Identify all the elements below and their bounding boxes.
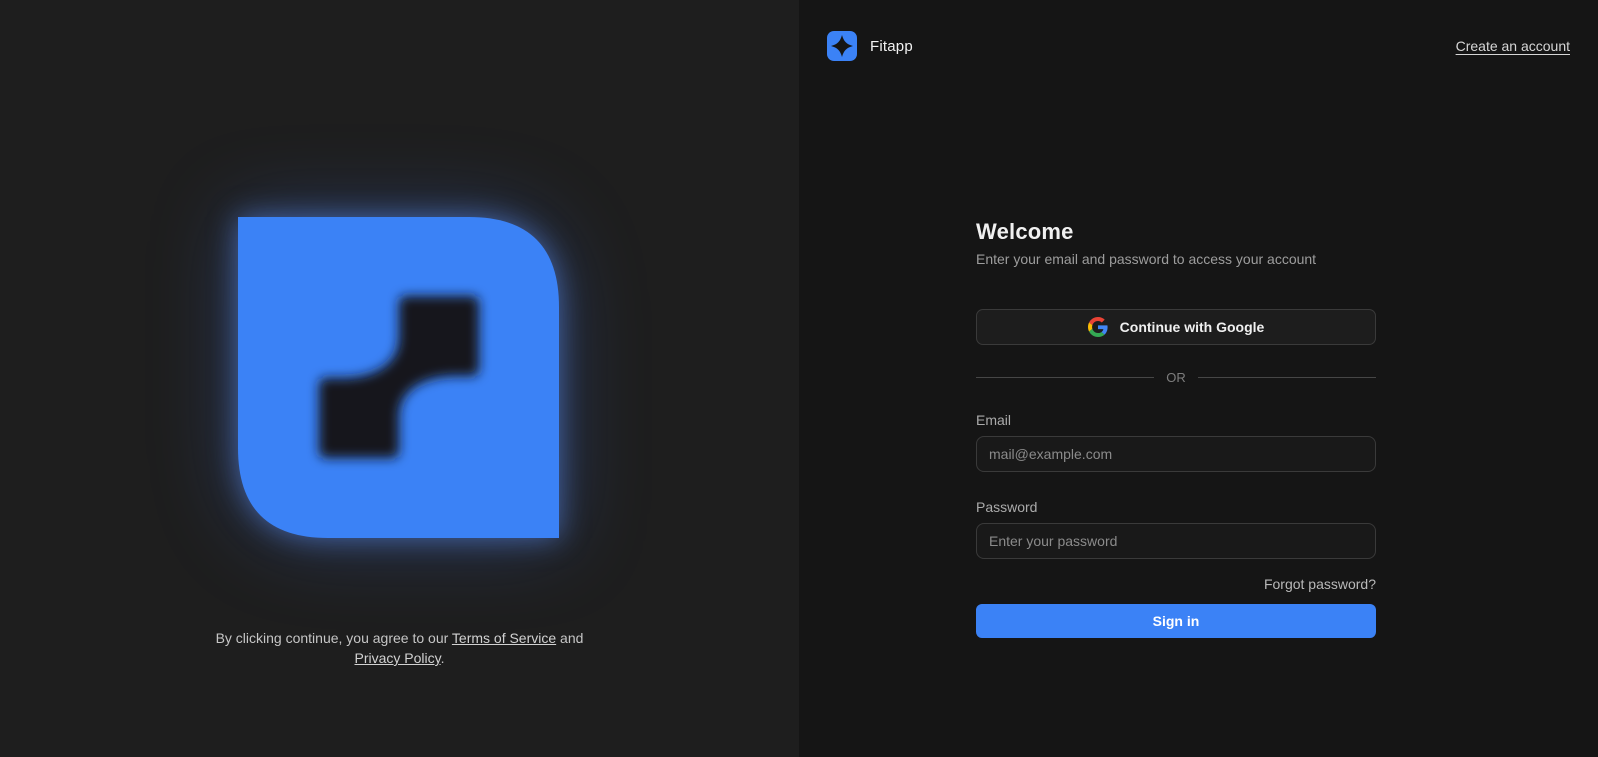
login-page: By clicking continue, you agree to our T… bbox=[0, 0, 1598, 757]
terms-and: and bbox=[556, 630, 583, 646]
google-g-icon bbox=[1088, 317, 1108, 337]
password-label: Password bbox=[976, 499, 1376, 515]
continue-with-google-button[interactable]: Continue with Google bbox=[976, 309, 1376, 345]
create-account-link[interactable]: Create an account bbox=[1456, 38, 1570, 54]
terms-prefix: By clicking continue, you agree to our bbox=[216, 630, 452, 646]
page-title: Welcome bbox=[976, 219, 1376, 245]
terms-text: By clicking continue, you agree to our T… bbox=[0, 628, 799, 668]
sign-in-button[interactable]: Sign in bbox=[976, 604, 1376, 638]
terms-suffix: . bbox=[441, 650, 445, 666]
or-divider: OR bbox=[976, 370, 1376, 385]
forgot-password-row: Forgot password? bbox=[976, 576, 1376, 594]
email-label: Email bbox=[976, 412, 1376, 428]
email-field[interactable] bbox=[976, 436, 1376, 472]
sign-in-form: Welcome Enter your email and password to… bbox=[976, 219, 1376, 638]
password-field[interactable] bbox=[976, 523, 1376, 559]
or-divider-label: OR bbox=[1166, 370, 1186, 385]
topbar: Fitapp Create an account bbox=[799, 0, 1598, 61]
google-button-label: Continue with Google bbox=[1120, 319, 1265, 335]
brand-panel: By clicking continue, you agree to our T… bbox=[0, 0, 799, 757]
forgot-password-link[interactable]: Forgot password? bbox=[1264, 576, 1376, 592]
privacy-policy-link[interactable]: Privacy Policy bbox=[355, 650, 441, 666]
brand: Fitapp bbox=[827, 31, 913, 61]
brand-name: Fitapp bbox=[870, 38, 913, 55]
login-panel: Fitapp Create an account Welcome Enter y… bbox=[799, 0, 1598, 757]
terms-of-service-link[interactable]: Terms of Service bbox=[452, 630, 556, 646]
sparkle-star-icon bbox=[827, 31, 857, 61]
fitapp-logo-large-icon bbox=[238, 217, 559, 538]
page-subtitle: Enter your email and password to access … bbox=[976, 251, 1376, 267]
